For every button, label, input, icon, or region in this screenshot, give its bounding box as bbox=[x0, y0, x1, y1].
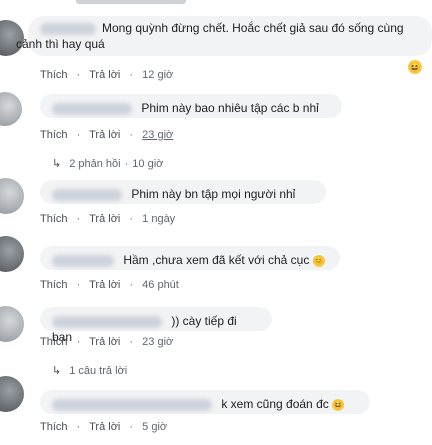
like-link[interactable]: Thích bbox=[40, 213, 68, 225]
author-name[interactable] bbox=[52, 102, 132, 115]
comment-text: Phim này bn tập mọi người nhỉ bbox=[131, 187, 296, 201]
replies-count[interactable]: 2 phản hồi bbox=[69, 158, 120, 170]
comment-text: k xem cũng đoán đc bbox=[221, 397, 329, 411]
comment-text: Phim này bao nhiêu tập các b nhỉ bbox=[141, 101, 319, 115]
comment-actions: Thích · Trả lời · 23 giờ bbox=[40, 129, 174, 141]
top-divider bbox=[76, 0, 186, 4]
view-replies[interactable]: ↳ 1 câu trả lời bbox=[52, 364, 127, 378]
timestamp[interactable]: 46 phút bbox=[142, 279, 179, 291]
author-name[interactable] bbox=[52, 315, 162, 328]
timestamp[interactable]: 23 giờ bbox=[142, 336, 173, 348]
avatar[interactable] bbox=[0, 306, 24, 342]
comment-bubble: k xem cũng đoán đc 😆 bbox=[40, 390, 370, 414]
comment-actions: Thích · Trả lời · 46 phút bbox=[40, 279, 179, 291]
reply-link[interactable]: Trả lời bbox=[89, 279, 120, 291]
avatar[interactable] bbox=[0, 92, 22, 126]
author-name[interactable] bbox=[52, 254, 114, 267]
comment-text-line2: cảnh thì hay quá bbox=[16, 37, 105, 51]
author-name[interactable] bbox=[52, 188, 122, 201]
timestamp[interactable]: 23 giờ bbox=[142, 129, 173, 141]
reply-link[interactable]: Trả lời bbox=[89, 129, 120, 141]
replies-time: 10 giờ bbox=[132, 157, 164, 170]
comment-text: Hầm ,chưa xem đã kết với chả cục bbox=[123, 253, 310, 267]
timestamp[interactable]: 1 ngày bbox=[142, 213, 175, 225]
comment-bubble: Phim này bn tập mọi người nhỉ bbox=[40, 180, 326, 204]
comment-bubble: Phim này bao nhiêu tập các b nhỉ bbox=[40, 94, 342, 118]
laugh-emoji-icon: 😆 bbox=[332, 398, 345, 411]
comment-text-line1: Mong quỳnh đừng chết. Hoắc chết giả sau … bbox=[102, 21, 404, 35]
avatar[interactable] bbox=[0, 376, 24, 412]
reply-link[interactable]: Trả lời bbox=[89, 336, 120, 348]
replies-count[interactable]: 1 câu trả lời bbox=[69, 365, 127, 377]
haha-reaction-icon[interactable]: 😆 bbox=[408, 60, 422, 74]
avatar[interactable] bbox=[0, 236, 24, 272]
view-replies[interactable]: ↳ 2 phản hồi · 10 giờ bbox=[52, 157, 164, 171]
like-link[interactable]: Thích bbox=[40, 279, 68, 291]
like-link[interactable]: Thích bbox=[40, 336, 68, 348]
comment-bubble: )) cày tiếp đi bạn bbox=[40, 307, 272, 344]
like-link[interactable]: Thích bbox=[40, 421, 68, 433]
comment-bubble: Mong quỳnh đừng chết. Hoắc chết giả sau … bbox=[16, 16, 432, 56]
comment-bubble: Hầm ,chưa xem đã kết với chả cục 😊 bbox=[40, 246, 340, 270]
comment-actions: Thích · Trả lời · 12 giờ bbox=[40, 69, 174, 81]
author-name[interactable] bbox=[40, 22, 96, 35]
reply-link[interactable]: Trả lời bbox=[89, 421, 120, 433]
avatar[interactable] bbox=[0, 178, 24, 214]
reply-arrow-icon: ↳ bbox=[52, 365, 62, 377]
reply-arrow-icon: ↳ bbox=[52, 158, 62, 170]
timestamp[interactable]: 12 giờ bbox=[142, 69, 173, 81]
reply-link[interactable]: Trả lời bbox=[89, 213, 120, 225]
reply-link[interactable]: Trả lời bbox=[89, 69, 120, 81]
comment-actions: Thích · Trả lời · 23 giờ bbox=[40, 336, 174, 348]
smile-emoji-icon: 😊 bbox=[312, 254, 325, 267]
like-link[interactable]: Thích bbox=[40, 69, 68, 81]
comment-actions: Thích · Trả lời · 1 ngày bbox=[40, 213, 176, 225]
author-name[interactable] bbox=[52, 398, 212, 411]
comment-actions: Thích · Trả lời · 5 giờ bbox=[40, 421, 168, 433]
timestamp[interactable]: 5 giờ bbox=[142, 421, 167, 433]
like-link[interactable]: Thích bbox=[40, 129, 68, 141]
